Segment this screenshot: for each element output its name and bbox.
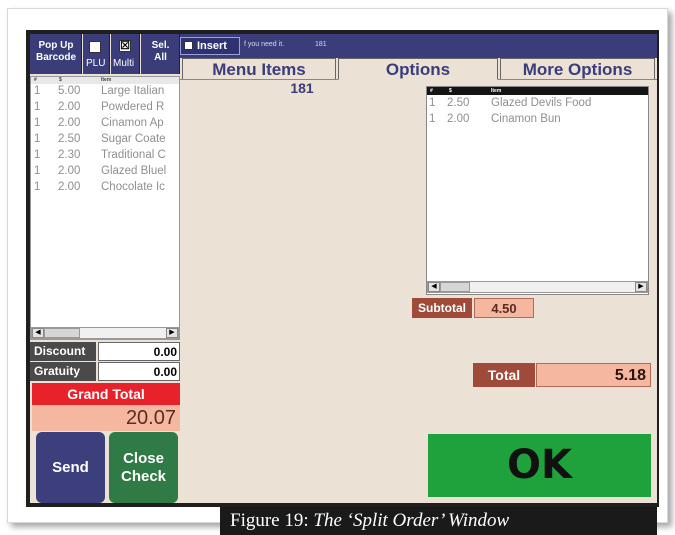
- header-qty: #: [34, 77, 37, 83]
- plu-checkbox[interactable]: [89, 41, 101, 53]
- hint-number: 181: [315, 41, 327, 48]
- row-price: 2.00: [447, 113, 470, 125]
- scroll-left-icon[interactable]: ◀: [428, 282, 440, 292]
- scroll-thumb[interactable]: [440, 282, 470, 292]
- row-qty: 1: [34, 85, 41, 97]
- header-qty: #: [430, 88, 433, 94]
- row-qty: 1: [429, 113, 436, 125]
- subtotal-value: 4.50: [474, 298, 534, 318]
- discount-row[interactable]: Discount 0.00: [30, 342, 180, 361]
- row-price: 2.50: [447, 97, 470, 109]
- row-qty: 1: [34, 133, 41, 145]
- discount-label: Discount: [30, 342, 96, 361]
- row-price: 2.00: [58, 117, 81, 129]
- row-item: Sugar Coate: [101, 133, 166, 145]
- row-price: 2.00: [58, 181, 81, 193]
- tab-options[interactable]: Options: [338, 58, 498, 80]
- gratuity-label: Gratuity: [30, 362, 96, 381]
- list-item[interactable]: 1 2.00 Chocolate Ic: [31, 181, 179, 196]
- multi-toggle[interactable]: ☒ Multi: [111, 34, 140, 74]
- row-item: Glazed Bluel: [101, 165, 167, 177]
- grand-total-label: Grand Total: [32, 383, 180, 405]
- row-qty: 1: [34, 101, 41, 113]
- insert-checkbox[interactable]: [184, 41, 193, 50]
- close-check-line1: Close: [123, 449, 164, 467]
- list-item[interactable]: 1 2.00 Powdered R: [31, 101, 179, 116]
- options-list-header: # $ Item: [427, 87, 648, 95]
- row-qty: 1: [34, 149, 41, 161]
- row-qty: 1: [34, 181, 41, 193]
- row-item: Cinamon Bun: [491, 113, 561, 125]
- multi-checkbox[interactable]: ☒: [119, 40, 131, 52]
- ok-button[interactable]: OK: [428, 434, 651, 497]
- row-item: Large Italian: [101, 85, 165, 97]
- close-check-line2: Check: [120, 467, 167, 485]
- total-value: 5.18: [536, 363, 651, 387]
- row-item: Cinamon Ap: [101, 117, 164, 129]
- multi-label: Multi: [113, 58, 135, 69]
- options-list[interactable]: # $ Item 1 2.50 Glazed Devils Food 1 2.0…: [426, 86, 649, 295]
- row-item: Traditional C: [101, 149, 166, 161]
- list-item[interactable]: 1 2.00 Glazed Bluel: [31, 165, 179, 180]
- caption-prefix: Figure 19:: [230, 510, 314, 531]
- row-price: 2.00: [58, 101, 81, 113]
- options-list-scrollbar[interactable]: ◀ ▶: [427, 281, 648, 293]
- order-number: 181: [290, 80, 314, 96]
- row-qty: 1: [429, 97, 436, 109]
- order-items-list[interactable]: # $ Item 1 5.00 Large Italian 1 2.00 Pow…: [30, 76, 180, 340]
- row-qty: 1: [34, 117, 41, 129]
- gratuity-value[interactable]: 0.00: [98, 362, 180, 381]
- row-price: 5.00: [58, 85, 81, 97]
- insert-label: Insert: [197, 40, 227, 52]
- list-item[interactable]: 1 5.00 Large Italian: [31, 85, 179, 100]
- discount-value[interactable]: 0.00: [98, 342, 180, 361]
- grand-total-value: 20.07: [32, 405, 180, 431]
- row-qty: 1: [34, 165, 41, 177]
- row-item: Powdered R: [101, 101, 165, 113]
- plu-toggle[interactable]: PLU: [83, 34, 110, 74]
- tab-menu-items[interactable]: Menu Items: [182, 58, 336, 80]
- page: Pop Up Barcode PLU ☒ Multi Sel. All # $ …: [0, 0, 675, 535]
- header-price: $: [59, 77, 62, 83]
- scroll-right-icon[interactable]: ▶: [635, 282, 647, 292]
- row-price: 2.30: [58, 149, 81, 161]
- select-all-line1: Sel.: [151, 40, 170, 51]
- tab-more-options[interactable]: More Options: [500, 58, 655, 80]
- scroll-left-icon[interactable]: ◀: [32, 328, 44, 338]
- tab-divider-right: [498, 79, 657, 80]
- list-item[interactable]: 1 2.00 Cinamon Ap: [31, 117, 179, 132]
- popup-barcode-button[interactable]: Pop Up Barcode: [30, 34, 82, 74]
- figure-caption: Figure 19: The ‘Split Order’ Window: [220, 507, 657, 535]
- popup-label-line1: Pop Up: [38, 40, 74, 51]
- header-item: Item: [491, 88, 502, 94]
- list-item[interactable]: 1 2.50 Sugar Coate: [31, 133, 179, 148]
- hint-text: f you need it.: [244, 41, 285, 48]
- row-item: Chocolate Ic: [101, 181, 165, 193]
- header-price: $: [449, 88, 452, 94]
- row-price: 2.50: [58, 133, 81, 145]
- popup-label-line2: Barcode: [35, 52, 76, 63]
- gratuity-row[interactable]: Gratuity 0.00: [30, 362, 180, 381]
- scroll-right-icon[interactable]: ▶: [166, 328, 178, 338]
- left-list-scrollbar[interactable]: ◀ ▶: [31, 327, 179, 339]
- close-check-button[interactable]: Close Check: [109, 432, 178, 503]
- subtotal-label: Subtotal: [412, 298, 472, 318]
- total-label: Total: [473, 363, 535, 387]
- plu-label: PLU: [86, 58, 106, 69]
- row-item: Glazed Devils Food: [491, 97, 592, 109]
- list-item[interactable]: 1 2.00 Cinamon Bun: [427, 113, 648, 127]
- list-header: # $ Item: [31, 77, 179, 84]
- list-item[interactable]: 1 2.50 Glazed Devils Food: [427, 97, 648, 111]
- scroll-thumb[interactable]: [44, 328, 80, 338]
- send-button[interactable]: Send: [36, 432, 105, 503]
- header-item: Item: [101, 77, 112, 83]
- select-all-button[interactable]: Sel. All: [141, 34, 180, 74]
- row-price: 2.00: [58, 165, 81, 177]
- send-label: Send: [52, 458, 89, 476]
- insert-toggle[interactable]: Insert: [180, 37, 240, 55]
- caption-title: The ‘Split Order’ Window: [313, 510, 510, 531]
- list-item[interactable]: 1 2.30 Traditional C: [31, 149, 179, 164]
- select-all-line2: All: [154, 52, 167, 63]
